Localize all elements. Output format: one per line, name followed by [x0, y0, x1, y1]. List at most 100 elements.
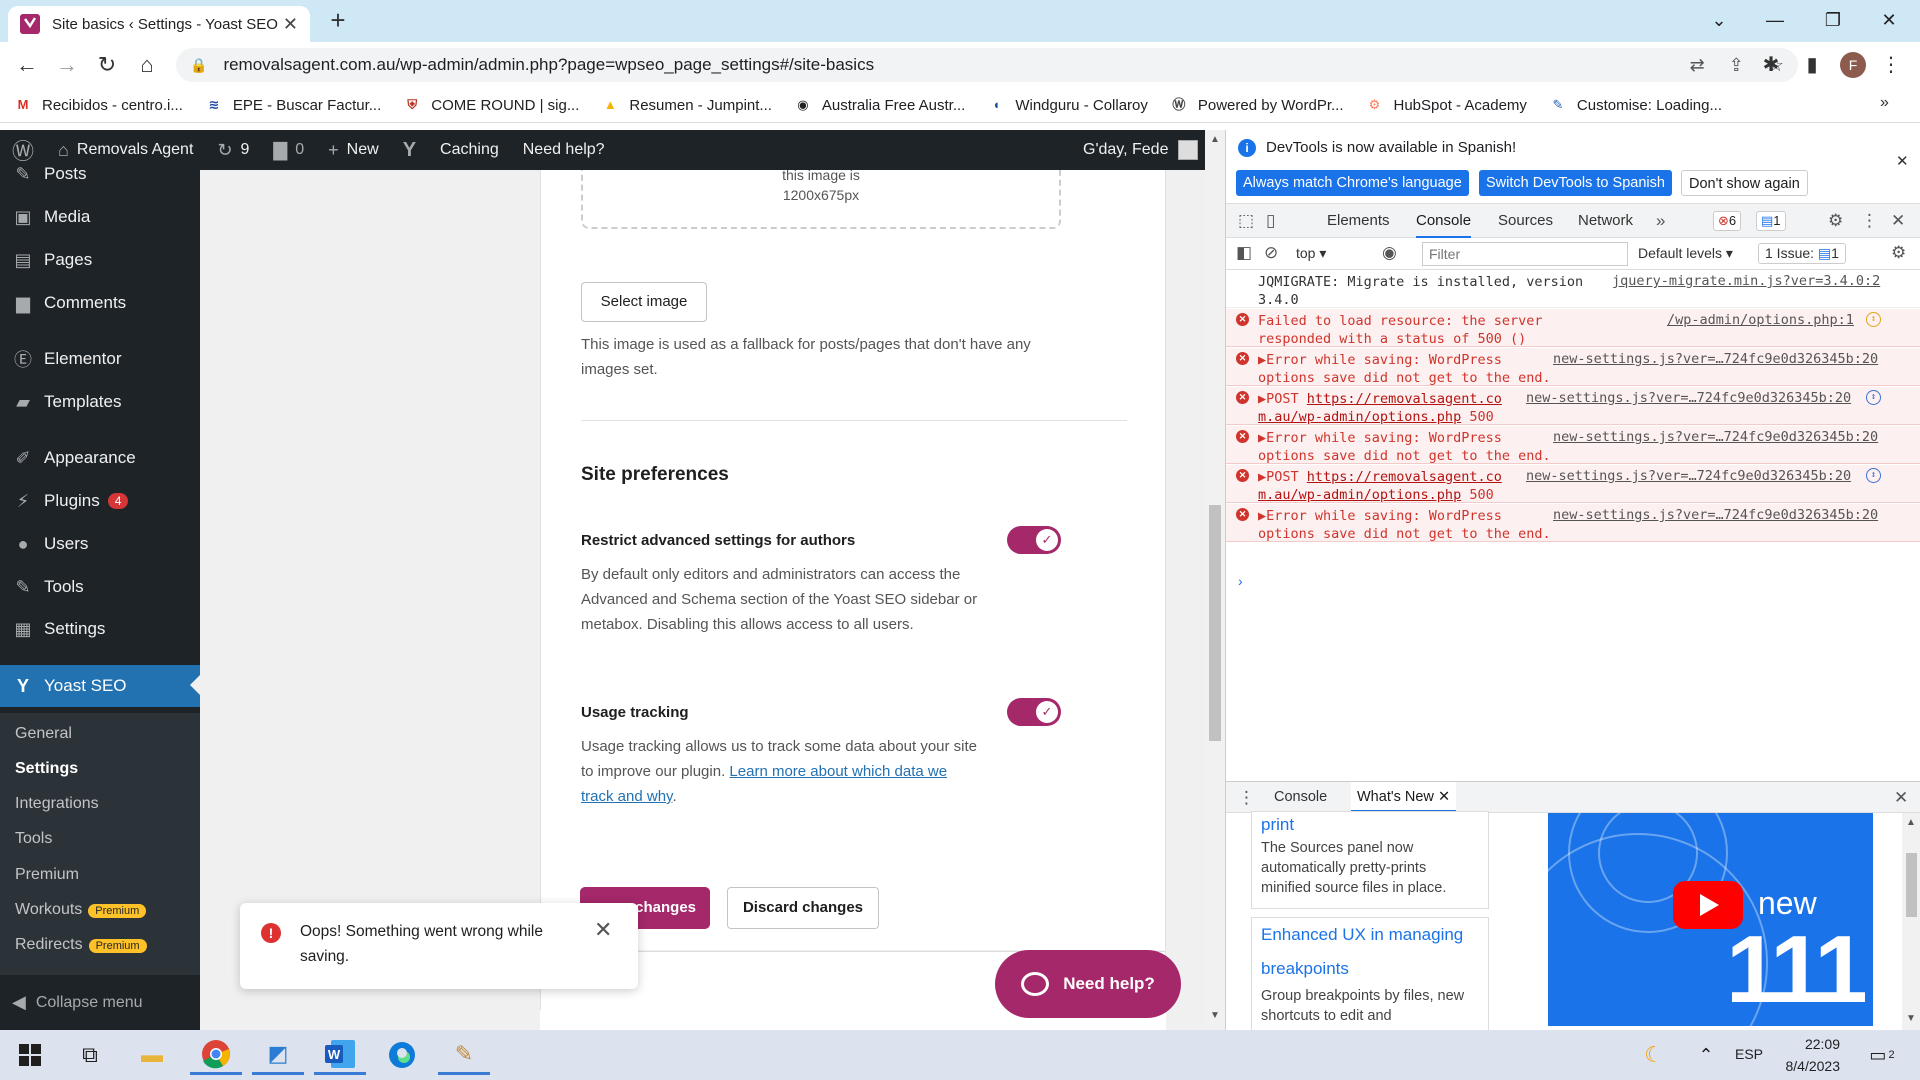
- sidebar-item-users[interactable]: ● Users: [0, 524, 200, 564]
- drawer-menu-icon[interactable]: ⋮: [1238, 788, 1255, 808]
- switch-spanish-button[interactable]: Switch DevTools to Spanish: [1479, 170, 1672, 196]
- sidebar-item-elementor[interactable]: Ⓔ Elementor: [0, 339, 200, 379]
- inspect-element-icon[interactable]: ⬚: [1238, 211, 1254, 231]
- more-tabs-icon[interactable]: »: [1656, 211, 1665, 231]
- whats-new-video[interactable]: new 111: [1548, 813, 1873, 1026]
- console-filter-input[interactable]: [1422, 242, 1628, 266]
- clear-console-icon[interactable]: ⊘: [1264, 243, 1278, 263]
- submenu-premium[interactable]: Premium: [15, 866, 79, 884]
- profile-avatar[interactable]: F: [1840, 52, 1866, 78]
- sidebar-item-posts[interactable]: ✎ Posts: [0, 154, 200, 194]
- source-link[interactable]: new-settings.js?ver=…724fc9e0d326345b:20: [1553, 507, 1878, 523]
- bookmark-item[interactable]: ▲ Resumen - Jumpint...: [601, 96, 772, 114]
- console-error-row[interactable]: ✕ ▶POST https://removalsagent.com.au/wp-…: [1226, 387, 1920, 425]
- scroll-down-icon[interactable]: ▼: [1210, 1010, 1220, 1021]
- expand-arrow-icon[interactable]: ▶: [1258, 352, 1266, 368]
- scroll-down-icon[interactable]: ▼: [1906, 1013, 1916, 1024]
- issues-button[interactable]: 1 Issue: ▤1: [1758, 243, 1846, 264]
- tab-console[interactable]: Console: [1416, 204, 1472, 238]
- home-icon[interactable]: ⌂: [132, 50, 162, 80]
- console-error-row[interactable]: ✕ ▶Error while saving: WordPress options…: [1226, 426, 1920, 464]
- window-close-icon[interactable]: ✕: [1866, 4, 1912, 36]
- address-bar[interactable]: 🔒 removalsagent.com.au/wp-admin/admin.ph…: [176, 48, 1798, 82]
- submenu-tools[interactable]: Tools: [15, 830, 52, 848]
- translate-icon[interactable]: ⇄: [1690, 55, 1705, 76]
- system-tray-chevron-icon[interactable]: ⌃: [1680, 1035, 1732, 1075]
- caching-link[interactable]: Caching: [428, 141, 511, 159]
- forward-icon[interactable]: →: [52, 50, 82, 80]
- photos-taskbar-icon[interactable]: ◩: [252, 1035, 304, 1075]
- image-upload-dropzone[interactable]: this image is 1200x675px: [581, 170, 1061, 229]
- tab-elements[interactable]: Elements: [1327, 204, 1390, 238]
- sidebar-item-yoast-seo[interactable]: Y Yoast SEO: [0, 665, 200, 707]
- sidebar-item-plugins[interactable]: ⚡ Plugins 4: [0, 481, 200, 521]
- lock-icon[interactable]: 🔒: [190, 57, 207, 74]
- taskbar-clock[interactable]: 22:09 8/4/2023: [1750, 1033, 1841, 1077]
- task-view-icon[interactable]: ⧉: [64, 1035, 116, 1075]
- expand-arrow-icon[interactable]: ▶: [1258, 391, 1266, 407]
- submenu-workouts[interactable]: Workouts Premium: [15, 901, 147, 919]
- share-icon[interactable]: ⇪: [1729, 55, 1744, 76]
- page-scrollbar[interactable]: ▲ ▼: [1205, 130, 1225, 1030]
- drawer-close-icon[interactable]: ✕: [1894, 788, 1908, 808]
- expand-arrow-icon[interactable]: ▶: [1258, 430, 1266, 446]
- drawer-tab-console[interactable]: Console: [1274, 782, 1327, 812]
- match-language-button[interactable]: Always match Chrome's language: [1236, 170, 1469, 196]
- bookmark-item[interactable]: ≋ EPE - Buscar Factur...: [205, 96, 381, 114]
- log-levels-dropdown[interactable]: Default levels ▾: [1638, 245, 1733, 262]
- live-expression-icon[interactable]: ◉: [1382, 243, 1397, 263]
- console-error-row[interactable]: ✕ ▶Error while saving: WordPress options…: [1226, 504, 1920, 542]
- my-account-link[interactable]: G'day, Fede: [1083, 130, 1199, 170]
- card-title[interactable]: Enhanced UX in managing breakpoints: [1252, 918, 1488, 986]
- bookmarks-overflow-icon[interactable]: »: [1880, 94, 1889, 112]
- bookmark-item[interactable]: ⚙ HubSpot - Academy: [1366, 96, 1527, 114]
- source-link[interactable]: /wp-admin/options.php:1: [1667, 312, 1854, 328]
- sidebar-item-templates[interactable]: ▰ Templates: [0, 382, 200, 422]
- sidebar-item-settings[interactable]: ▦ Settings: [0, 609, 200, 649]
- sidebar-item-media[interactable]: ▣ Media: [0, 197, 200, 237]
- source-link[interactable]: jquery-migrate.min.js?ver=3.4.0:2: [1612, 273, 1880, 289]
- windows-start-icon[interactable]: [4, 1035, 56, 1075]
- infobar-close-icon[interactable]: ✕: [1896, 152, 1909, 170]
- device-toolbar-icon[interactable]: ▯: [1266, 211, 1275, 231]
- submenu-integrations[interactable]: Integrations: [15, 795, 99, 813]
- console-error-row[interactable]: ✕ ▶Error while saving: WordPress options…: [1226, 348, 1920, 386]
- console-prompt[interactable]: ›: [1238, 573, 1243, 589]
- devtools-menu-icon[interactable]: ⋮: [1861, 211, 1878, 231]
- word-taskbar-icon[interactable]: W: [314, 1035, 366, 1075]
- reload-icon[interactable]: ↻: [92, 50, 122, 80]
- scroll-up-icon[interactable]: ▲: [1210, 134, 1220, 145]
- drawer-scrollbar[interactable]: ▲ ▼: [1902, 813, 1920, 1030]
- sidebar-toggle-icon[interactable]: ◧: [1236, 243, 1252, 263]
- side-panel-icon[interactable]: ▮: [1797, 50, 1827, 80]
- dont-show-again-button[interactable]: Don't show again: [1681, 170, 1808, 196]
- drawer-tab-whats-new[interactable]: What's New ✕: [1351, 782, 1457, 812]
- submenu-redirects[interactable]: Redirects Premium: [15, 936, 147, 954]
- restrict-advanced-toggle[interactable]: ✓: [1007, 526, 1061, 554]
- source-link[interactable]: new-settings.js?ver=…724fc9e0d326345b:20: [1553, 351, 1878, 367]
- tab-close-icon[interactable]: ✕: [283, 14, 298, 35]
- submenu-settings[interactable]: Settings: [15, 760, 78, 778]
- yoast-adminbar-icon[interactable]: Y: [391, 139, 428, 162]
- tab-close-icon[interactable]: ✕: [1438, 789, 1450, 805]
- sidebar-item-comments[interactable]: ▆ Comments: [0, 283, 200, 323]
- minimize-icon[interactable]: —: [1752, 4, 1798, 36]
- network-icon[interactable]: ↕: [1866, 468, 1881, 483]
- source-link[interactable]: new-settings.js?ver=…724fc9e0d326345b:20: [1553, 429, 1878, 445]
- devtools-settings-icon[interactable]: ⚙: [1828, 211, 1843, 231]
- chrome-taskbar-icon[interactable]: [190, 1035, 242, 1075]
- network-icon[interactable]: ↕: [1866, 390, 1881, 405]
- need-help-button[interactable]: Need help?: [995, 950, 1181, 1018]
- tab-network[interactable]: Network: [1578, 204, 1633, 238]
- submenu-general[interactable]: General: [15, 725, 72, 743]
- updates-link[interactable]: ↻ 9: [205, 140, 261, 161]
- toast-close-icon[interactable]: ✕: [594, 917, 612, 943]
- scrollbar-thumb[interactable]: [1906, 853, 1917, 917]
- context-selector[interactable]: top ▾: [1296, 245, 1326, 262]
- scrollbar-thumb[interactable]: [1209, 505, 1221, 741]
- discard-changes-button[interactable]: Discard changes: [727, 887, 879, 929]
- comments-link[interactable]: ▇ 0: [261, 140, 316, 161]
- url-text[interactable]: removalsagent.com.au/wp-admin/admin.php?…: [223, 55, 1665, 75]
- network-icon[interactable]: ↕: [1866, 312, 1881, 327]
- edge-taskbar-icon[interactable]: [376, 1035, 428, 1075]
